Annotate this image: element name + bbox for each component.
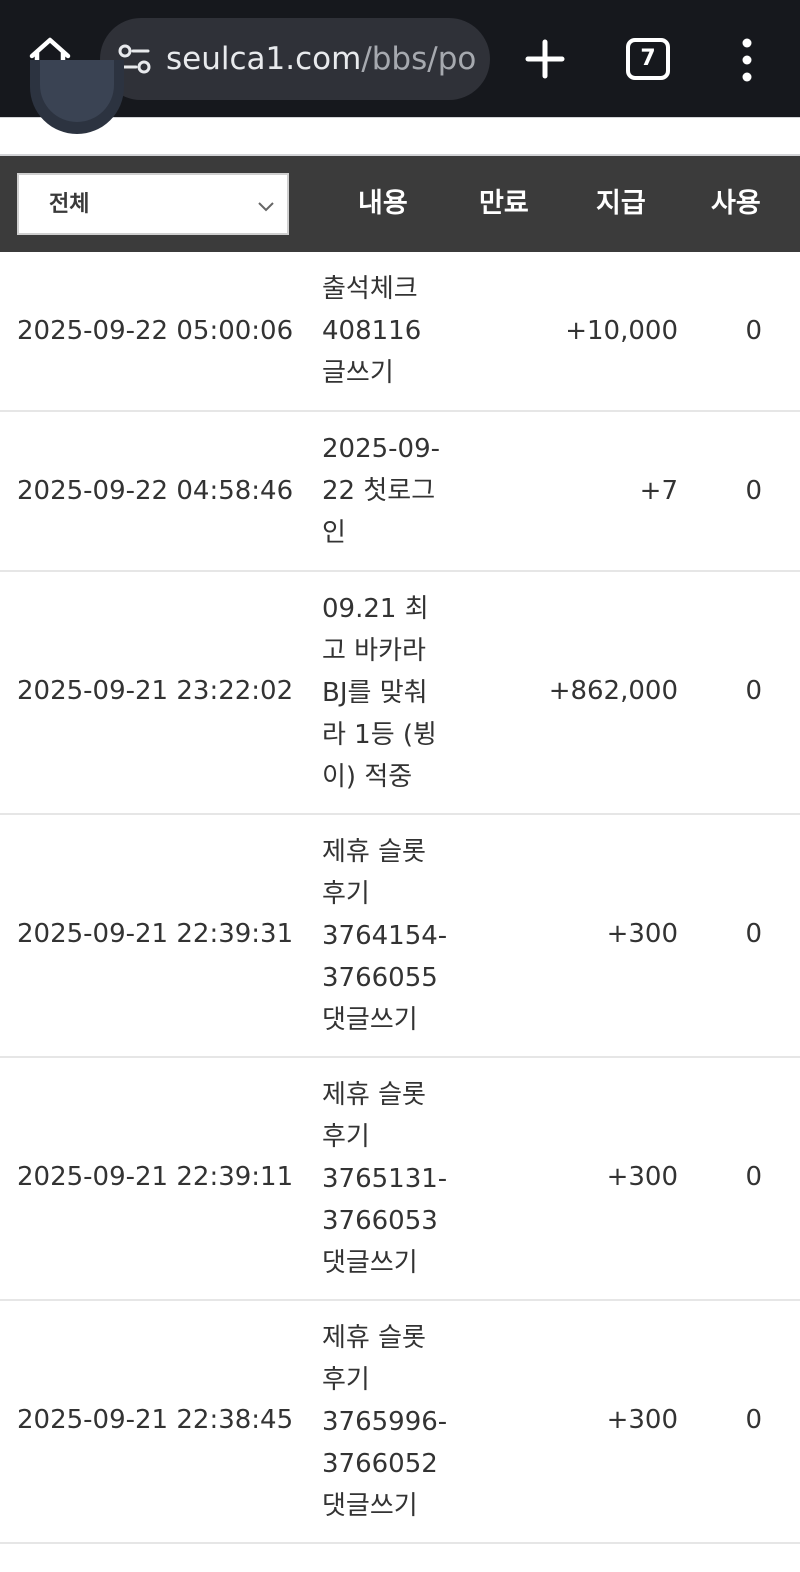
row-content-line: 후기: [322, 879, 370, 909]
row-content-line: 제휴 슬롯: [322, 1323, 426, 1353]
filter-select[interactable]: 전체: [17, 173, 289, 235]
row-content-line: 408116: [322, 316, 422, 346]
row-content-line: 09.21 최: [322, 594, 429, 624]
row-given: +300: [606, 1405, 678, 1435]
row-content: 출석체크 408116 글쓰기: [322, 268, 458, 394]
row-content: 2025-09- 22 첫로그 인: [322, 428, 458, 554]
row-content: 제휴 슬롯 후기 3765996- 3766052 댓글쓰기: [322, 1317, 458, 1527]
row-date: 2025-09-21 22:39:31: [17, 919, 294, 949]
row-given: +10,000: [565, 316, 678, 346]
table-row: 2025-09-21 22:39:11 제휴 슬롯 후기 3765131- 37…: [0, 1058, 800, 1301]
address-bar[interactable]: seulca1.com/bbs/poi: [100, 18, 490, 100]
table-row: 2025-09-21 22:38:45 제휴 슬롯 후기 3765996- 37…: [0, 1301, 800, 1544]
table-row: 2025-09-21 23:22:02 09.21 최 고 바카라 BJ를 맞춰…: [0, 572, 800, 815]
row-content-line: 22 첫로그: [322, 476, 436, 506]
row-date: 2025-09-22 04:58:46: [17, 476, 294, 506]
row-content-line: 후기: [322, 1365, 370, 1395]
row-content-line: 3765131-: [322, 1164, 448, 1194]
column-header-given: 지급: [596, 188, 646, 219]
row-given: +7: [639, 476, 678, 506]
column-header-content: 내용: [358, 188, 408, 219]
table-row: 2025-09-21 22:39:31 제휴 슬롯 후기 3764154- 37…: [0, 815, 800, 1058]
row-content: 제휴 슬롯 후기 3765131- 3766053 댓글쓰기: [322, 1074, 458, 1284]
row-content-line: 3766053: [322, 1206, 438, 1236]
row-content-line: 3765996-: [322, 1407, 448, 1437]
row-content-line: 라 1등 (뷩: [322, 720, 437, 750]
url-domain: seulca1.com: [166, 41, 362, 77]
row-used: 0: [745, 1405, 762, 1435]
kebab-menu-icon[interactable]: [730, 36, 764, 84]
row-used: 0: [745, 676, 762, 706]
row-used: 0: [745, 316, 762, 346]
column-header-used: 사용: [711, 188, 761, 219]
url-text[interactable]: seulca1.com/bbs/poi: [166, 40, 476, 78]
row-content-line: 인: [322, 518, 346, 548]
row-content-line: 후기: [322, 1122, 370, 1152]
row-used: 0: [745, 1162, 762, 1192]
row-used: 0: [745, 476, 762, 506]
row-content-line: 3766052: [322, 1449, 438, 1479]
filter-select-value: 전체: [49, 192, 90, 217]
row-content-line: 이) 적중: [322, 762, 413, 792]
row-given: +300: [606, 919, 678, 949]
row-date: 2025-09-21 22:38:45: [17, 1405, 294, 1435]
row-date: 2025-09-22 05:00:06: [17, 316, 294, 346]
row-content-line: 제휴 슬롯: [322, 1080, 426, 1110]
table-row: 2025-09-22 05:00:06 출석체크 408116 글쓰기 +10,…: [0, 252, 800, 412]
table-row: 2025-09-22 04:58:46 2025-09- 22 첫로그 인 +7…: [0, 412, 800, 572]
page-top-strip: [0, 118, 800, 155]
row-content-line: 3764154-: [322, 921, 448, 951]
row-content-line: 3766055: [322, 963, 438, 993]
row-content-line: 댓글쓰기: [322, 1248, 418, 1278]
row-content-line: 제휴 슬롯: [322, 837, 426, 867]
row-content-line: BJ를 맞춰: [322, 678, 428, 708]
row-content-line: 댓글쓰기: [322, 1491, 418, 1521]
row-content-line: 출석체크: [322, 274, 418, 304]
row-date: 2025-09-21 23:22:02: [17, 676, 294, 706]
row-given: +862,000: [548, 676, 678, 706]
row-content-line: 고 바카라: [322, 636, 426, 666]
column-header-expire: 만료: [479, 188, 529, 219]
url-path: /bbs/poi: [361, 41, 476, 77]
row-content-line: 댓글쓰기: [322, 1005, 418, 1035]
row-content-line: 글쓰기: [322, 358, 394, 388]
table-header: 전체 내용 만료 지급 사용: [0, 156, 800, 252]
chevron-down-icon: [257, 197, 275, 215]
tab-switcher-button[interactable]: 7: [626, 38, 670, 80]
row-content: 09.21 최 고 바카라 BJ를 맞춰 라 1등 (뷩 이) 적중: [322, 588, 458, 798]
row-content: 제휴 슬롯 후기 3764154- 3766055 댓글쓰기: [322, 831, 458, 1041]
row-used: 0: [745, 919, 762, 949]
row-given: +300: [606, 1162, 678, 1192]
plus-icon[interactable]: [522, 34, 568, 84]
row-date: 2025-09-21 22:39:11: [17, 1162, 294, 1192]
row-content-line: 2025-09-: [322, 434, 441, 464]
